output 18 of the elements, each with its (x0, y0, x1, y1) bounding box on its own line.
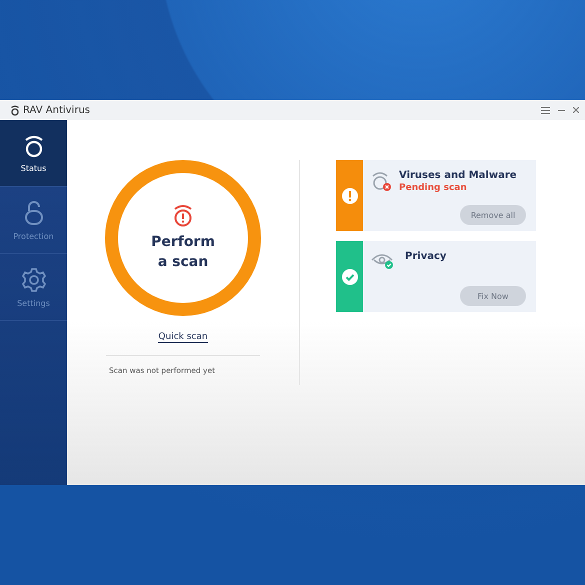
app-title: RAV Antivirus (23, 104, 91, 116)
check-icon (342, 268, 358, 284)
scan-heading: Perform a scan (150, 233, 216, 272)
minimize-icon[interactable] (558, 108, 565, 112)
gear-icon (20, 266, 46, 292)
card-status: Pending scan (399, 183, 468, 193)
menu-icon[interactable] (541, 106, 550, 114)
card-title: Privacy (404, 251, 448, 262)
quick-scan-link[interactable]: Quick scan (158, 332, 208, 343)
close-icon[interactable] (573, 107, 579, 113)
padlock-icon (24, 200, 44, 226)
sidebar-item[interactable]: Status (0, 120, 67, 187)
status-icon (22, 134, 44, 158)
card-title: Viruses and Malware (399, 170, 518, 181)
scan-icon (371, 170, 393, 192)
warning-icon (342, 188, 358, 204)
scan-ring[interactable]: Perform a scan (105, 160, 261, 316)
logo-icon (10, 104, 20, 116)
